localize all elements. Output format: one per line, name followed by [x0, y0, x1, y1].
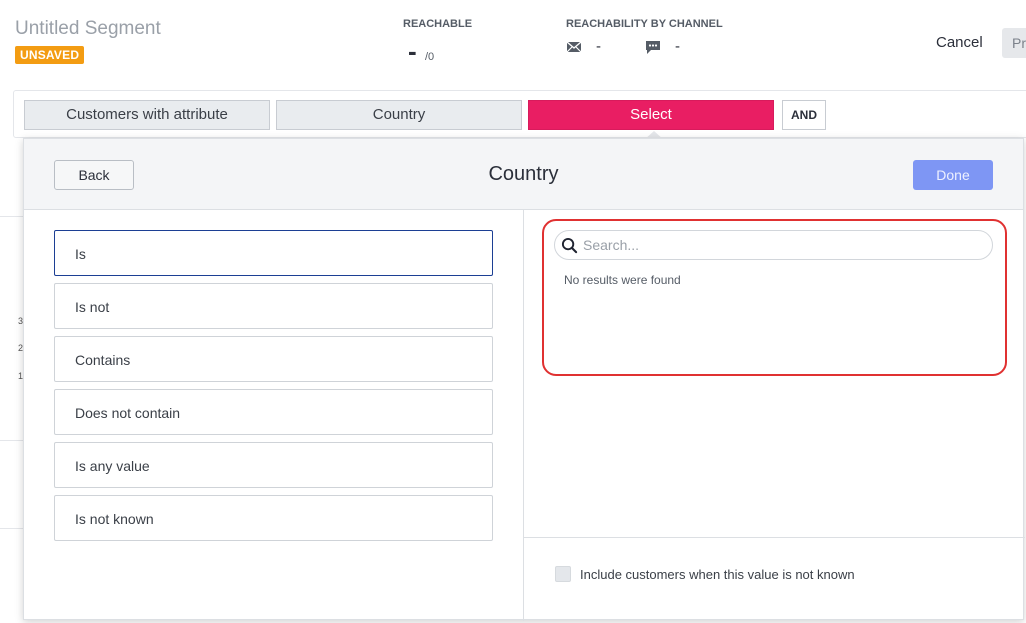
background-divider — [0, 216, 23, 217]
background-divider — [0, 440, 23, 441]
search-input[interactable] — [583, 235, 983, 255]
modal-header: Country Back Done — [24, 139, 1023, 210]
envelope-icon — [566, 40, 582, 52]
segment-editor: Untitled Segment UNSAVED REACHABLE - /0 … — [0, 0, 1026, 623]
reachable-label: REACHABLE — [403, 18, 473, 30]
reachability-label: REACHABILITY BY CHANNEL — [566, 18, 723, 30]
attribute-type-chip[interactable]: Customers with attribute — [24, 100, 270, 130]
search-box[interactable] — [554, 230, 993, 260]
attribute-condition-modal: Country Back Done Is Is not Contains Doe… — [23, 138, 1025, 621]
search-icon — [561, 237, 578, 254]
operator-is[interactable]: Is — [54, 230, 493, 276]
operator-contains[interactable]: Contains — [54, 336, 493, 382]
operator-is-any-value[interactable]: Is any value — [54, 442, 493, 488]
include-unknown-checkbox[interactable] — [555, 566, 571, 582]
done-button[interactable]: Done — [913, 160, 993, 190]
operator-does-not-contain[interactable]: Does not contain — [54, 389, 493, 435]
channel-email-value: - — [596, 38, 601, 55]
reachable-value: - — [408, 36, 417, 66]
and-button[interactable]: AND — [782, 100, 826, 130]
cancel-button[interactable]: Cancel — [936, 34, 983, 51]
operator-is-not[interactable]: Is not — [54, 283, 493, 329]
channel-email: - — [566, 38, 601, 55]
status-badge: UNSAVED — [15, 46, 85, 64]
modal-title: Country — [488, 163, 559, 185]
footer-divider — [524, 537, 1025, 538]
include-unknown-label: Include customers when this value is not… — [580, 567, 855, 582]
operator-is-not-known[interactable]: Is not known — [54, 495, 493, 541]
column-divider — [523, 210, 524, 621]
channel-chat-value: - — [675, 38, 680, 55]
no-results-message: No results were found — [564, 273, 681, 287]
preview-button[interactable]: Pr — [1002, 28, 1026, 58]
back-button[interactable]: Back — [54, 160, 134, 190]
select-condition-chip[interactable]: Select — [528, 100, 774, 130]
channel-chat: - — [645, 38, 680, 55]
segment-title[interactable]: Untitled Segment — [15, 18, 161, 40]
background-divider — [0, 528, 23, 529]
chat-icon — [646, 40, 660, 54]
attribute-name-chip[interactable]: Country — [276, 100, 522, 130]
reachable-total: /0 — [425, 51, 435, 63]
